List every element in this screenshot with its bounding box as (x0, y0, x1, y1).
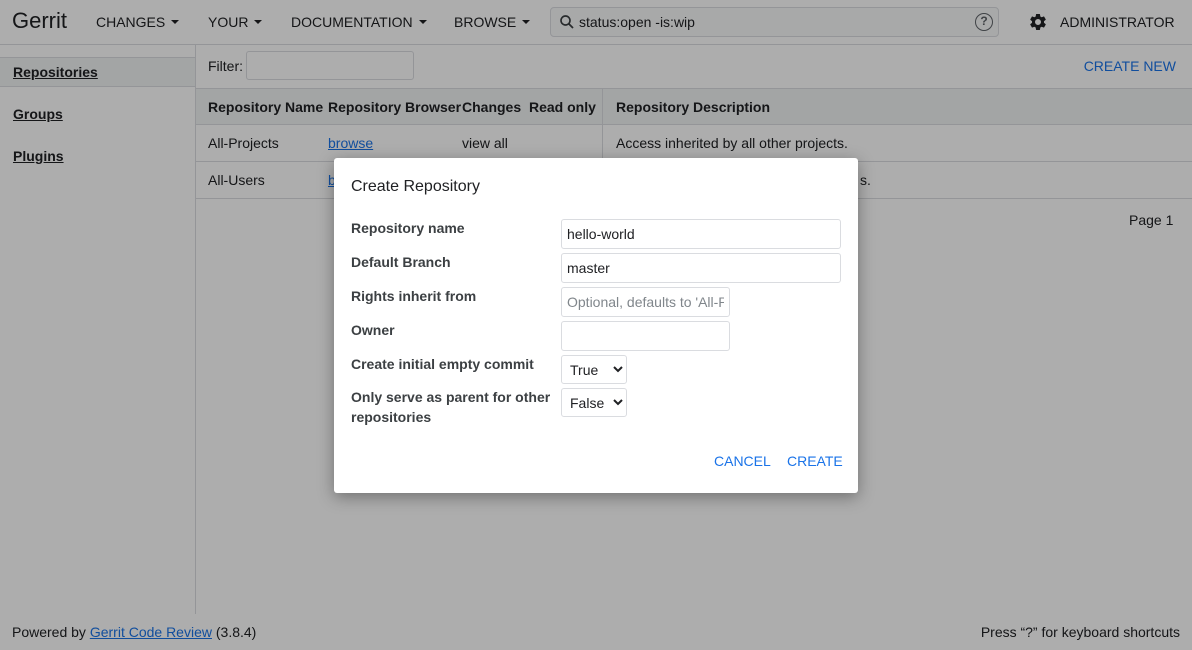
default-branch-input[interactable] (561, 253, 841, 283)
cancel-button[interactable]: CANCEL (714, 453, 771, 469)
default-branch-label: Default Branch (351, 254, 451, 270)
parent-only-label: Only serve as parent for other repositor… (351, 389, 551, 425)
create-button[interactable]: CREATE (787, 453, 843, 469)
dialog-title: Create Repository (351, 178, 480, 195)
owner-input[interactable] (561, 321, 730, 351)
create-repository-dialog: Create Repository Repository name Defaul… (334, 158, 858, 493)
rights-inherit-input[interactable] (561, 287, 730, 317)
repo-name-input[interactable] (561, 219, 841, 249)
repo-name-label: Repository name (351, 220, 465, 236)
owner-label: Owner (351, 322, 395, 338)
rights-inherit-label: Rights inherit from (351, 288, 477, 304)
initial-commit-label: Create initial empty commit (351, 356, 534, 372)
initial-commit-select[interactable]: True (561, 355, 627, 384)
parent-only-select[interactable]: False (561, 388, 627, 417)
